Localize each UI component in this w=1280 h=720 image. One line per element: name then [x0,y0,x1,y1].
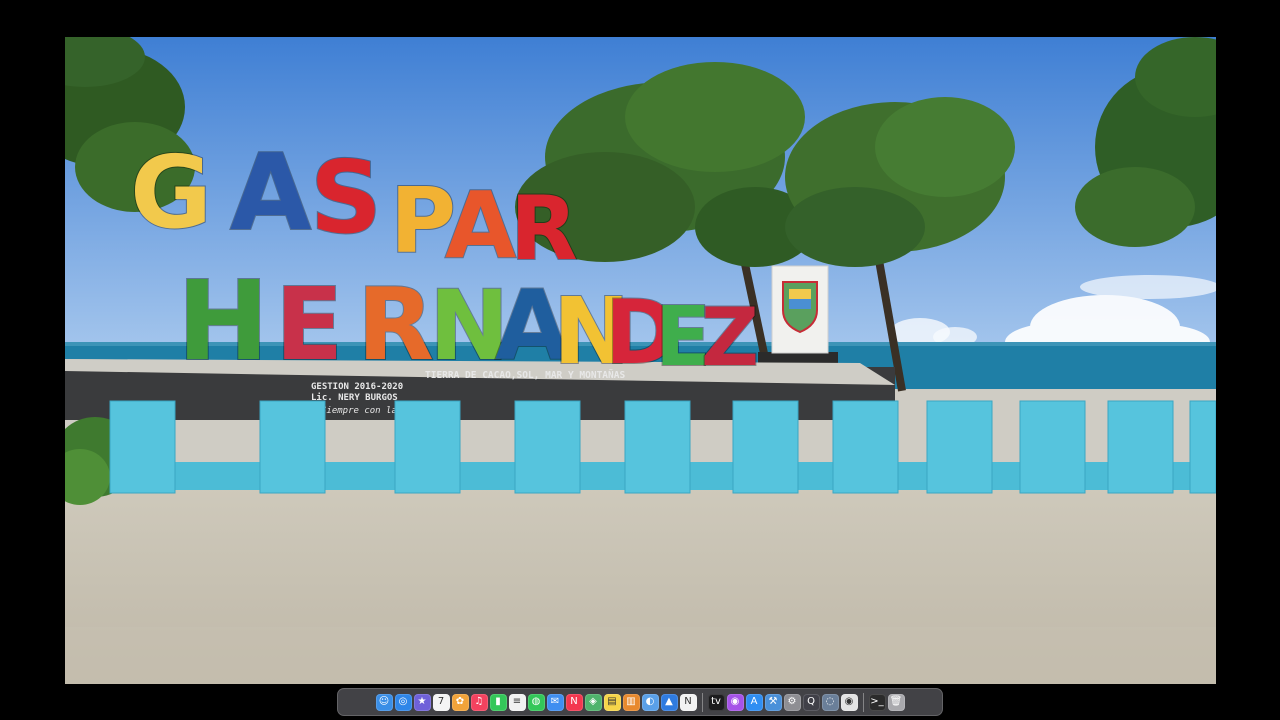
sign-letter: R [510,177,578,280]
apple-tv-icon[interactable]: tv [707,693,725,711]
launchpad-icon[interactable]: ★ [413,693,431,711]
books-icon[interactable]: ▥ [622,693,640,711]
preview-icon[interactable]: ◐ [641,693,659,711]
keynote-icon[interactable]: ▲ [660,693,678,711]
wall-block [1107,400,1174,494]
chrome-icon[interactable]: ◉ [840,693,858,711]
mail-icon[interactable]: ✉ [546,693,564,711]
xcode-icon[interactable]: ⚒ [764,693,782,711]
app-store-icon[interactable]: A [745,693,763,711]
sign-letter: A [230,132,311,254]
sign-letter: G [130,134,212,251]
maps-icon[interactable]: ◈ [584,693,602,711]
finder-icon[interactable]: ☺ [375,693,393,711]
sign-letter: E [275,266,343,383]
news-icon[interactable]: N [565,693,583,711]
wall-block [832,400,899,494]
macos-dock: ☺ ◎ ★ 7 ✿ ♫ ▮ ≡ ◍ ✉ N ◈ ▤ ▥ ◐ ▲ Ntv ◉ A ⚒ ⚙ Q ◌ ◉ >_ 🗑 [337,688,943,716]
wall-block [259,400,326,494]
dock-separator [701,692,703,712]
wall-block [624,400,691,494]
sign-letter: R [357,266,434,383]
wall-block [394,400,461,494]
messages-icon[interactable]: ◍ [527,693,545,711]
plaque-slogan: TIERRA DE CACAO,SOL, MAR Y MONTAÑAS [425,370,625,381]
facetime-icon[interactable]: ▮ [489,693,507,711]
sign-letter: S [310,139,382,256]
sign-letter: Z [701,291,759,384]
wall-block [732,400,799,494]
music-icon[interactable]: ♫ [470,693,488,711]
podcasts-icon[interactable]: ◉ [726,693,744,711]
apple-news-icon[interactable]: N [679,693,697,711]
quicktime-icon[interactable]: Q [802,693,820,711]
photos-icon[interactable]: ✿ [451,693,469,711]
wall-block [514,400,581,494]
disk-utility-icon[interactable]: ◌ [821,693,839,711]
wall-block [1019,400,1086,494]
wall-block [926,400,993,494]
trash-icon[interactable]: 🗑 [887,693,905,711]
wall-block [109,400,176,494]
notes-icon[interactable]: ▤ [603,693,621,711]
sign-letter: A [445,172,516,279]
turquoise-wall [109,400,1216,494]
system-preferences-icon[interactable]: ⚙ [783,693,801,711]
terminal-icon[interactable]: >_ [868,693,886,711]
calendar-icon[interactable]: 7 [432,693,450,711]
dock-separator [862,692,864,712]
wall-block [1189,400,1216,494]
safari-icon[interactable]: ◎ [394,693,412,711]
beach-scene-image: G AS PAR H E RNANDEZ TIERRA DE CACAO,SOL, MA… [65,37,1216,684]
plaque-gestion: GESTION 2016-2020 [311,382,403,392]
reminders-icon[interactable]: ≡ [508,693,526,711]
sign-letter: H [177,257,269,385]
video-frame: GASPAR HERNANDEZ TIERRA DE CACAO,SOL, MA… [65,37,1216,684]
